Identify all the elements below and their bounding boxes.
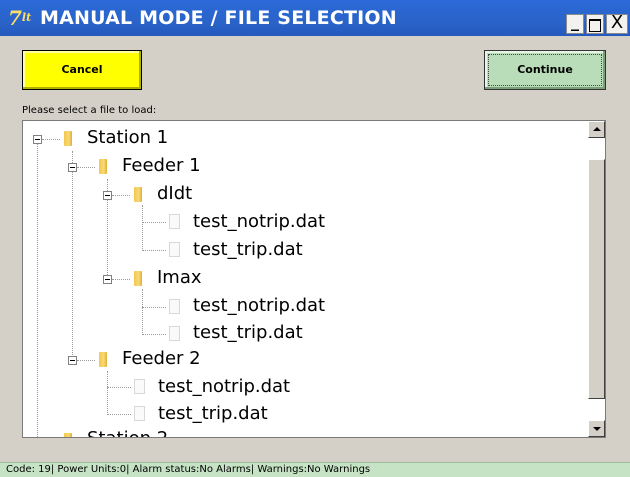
tree-connector — [77, 360, 95, 361]
tree-file-feeder2-notrip[interactable]: test_notrip.dat — [158, 375, 290, 399]
tree-connector — [142, 289, 143, 335]
minimize-button[interactable]: _ — [566, 14, 584, 34]
collapse-toggle-icon[interactable] — [103, 191, 112, 200]
tree-node-feeder-1[interactable]: Feeder 1 — [122, 154, 201, 178]
app-logo-icon: 7lt — [8, 6, 32, 30]
folder-icon — [134, 187, 142, 202]
folder-icon — [64, 131, 72, 146]
tree-connector — [142, 334, 166, 335]
file-icon — [134, 379, 145, 394]
collapse-toggle-icon[interactable] — [33, 135, 42, 144]
file-tree[interactable]: Station 1 Feeder 1 dIdt test_notrip.dat … — [22, 120, 606, 438]
tree-node-didt[interactable]: dIdt — [157, 182, 192, 206]
collapse-toggle-icon[interactable] — [68, 163, 77, 172]
arrow-up-icon — [593, 127, 601, 131]
tree-file-imax-notrip[interactable]: test_notrip.dat — [193, 294, 325, 318]
tree-connector — [107, 387, 131, 388]
vertical-scrollbar[interactable] — [588, 121, 605, 437]
tree-connector — [112, 279, 130, 280]
folder-icon — [99, 159, 107, 174]
tree-file-feeder2-trip[interactable]: test_trip.dat — [158, 402, 268, 426]
file-icon — [134, 406, 145, 421]
folder-icon — [134, 271, 142, 286]
tree-file-didt-trip[interactable]: test_trip.dat — [193, 238, 303, 262]
tree-connector — [142, 250, 166, 251]
arrow-down-icon — [593, 427, 601, 431]
maximize-button[interactable] — [586, 14, 604, 34]
tree-connector — [77, 167, 95, 168]
tree-node-station-1[interactable]: Station 1 — [87, 126, 168, 150]
tree-file-imax-trip[interactable]: test_trip.dat — [193, 321, 303, 345]
collapse-toggle-icon[interactable] — [68, 356, 77, 365]
folder-icon — [99, 352, 107, 367]
scroll-up-button[interactable] — [588, 121, 605, 138]
tree-connector — [142, 307, 166, 308]
tree-connector — [107, 414, 131, 415]
continue-button[interactable]: Continue — [484, 50, 606, 90]
tree-connector — [42, 139, 60, 140]
folder-icon — [64, 433, 72, 437]
tree-node-feeder-2[interactable]: Feeder 2 — [122, 347, 201, 371]
tree-node-station-2[interactable]: Station 2 — [87, 427, 168, 437]
cancel-button[interactable]: Cancel — [22, 50, 142, 90]
tree-connector — [112, 195, 130, 196]
status-bar: Code: 19| Power Units:0| Alarm status:No… — [0, 462, 630, 477]
tree-connector — [107, 371, 108, 415]
title-bar: 7lt MANUAL MODE / FILE SELECTION _ X — [0, 0, 630, 36]
collapse-toggle-icon[interactable] — [103, 275, 112, 284]
tree-node-imax[interactable]: Imax — [157, 266, 202, 290]
scroll-down-button[interactable] — [588, 420, 605, 437]
tree-connector — [72, 151, 73, 359]
window-title: MANUAL MODE / FILE SELECTION — [40, 7, 397, 29]
file-icon — [169, 242, 180, 257]
file-icon — [169, 214, 180, 229]
file-select-prompt: Please select a file to load: — [22, 105, 157, 116]
file-icon — [169, 326, 180, 341]
tree-connector — [142, 205, 143, 251]
file-icon — [169, 299, 180, 314]
maximize-icon — [589, 19, 601, 32]
scroll-thumb[interactable] — [588, 159, 605, 399]
close-button[interactable]: X — [606, 14, 628, 34]
tree-connector — [37, 139, 38, 437]
tree-file-didt-notrip[interactable]: test_notrip.dat — [193, 210, 325, 234]
tree-connector — [142, 222, 166, 223]
